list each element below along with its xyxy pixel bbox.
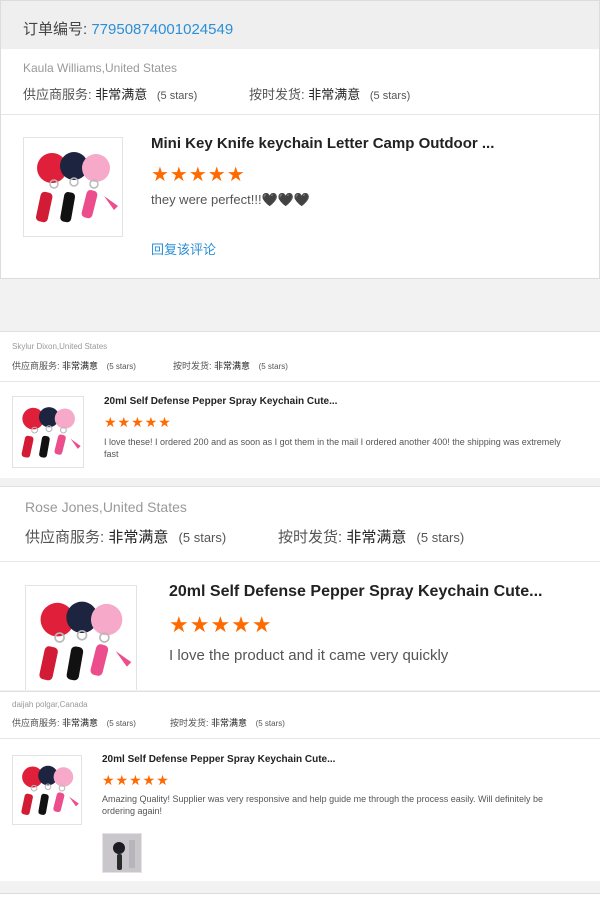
shipping-value: 非常满意	[211, 718, 248, 728]
product-title[interactable]: 20ml Self Defense Pepper Spray Keychain …	[169, 583, 542, 601]
shipping-label: 按时发货:	[170, 718, 209, 728]
shipping-row: 按时发货: 非常满意 (5 stars)	[170, 716, 285, 729]
reviewer-name: Rose Jones,United States	[25, 499, 187, 515]
supplier-label: 供应商服务:	[12, 361, 60, 371]
shipping-row: 按时发货: 非常满意 (5 stars)	[278, 526, 464, 547]
reviewer-name: Skylur Dixon,United States	[12, 342, 108, 351]
supplier-rating: (5 stars)	[106, 719, 136, 728]
supplier-rating: (5 stars)	[178, 530, 227, 545]
rating-row: 供应商服务: 非常满意 (5 stars)	[12, 716, 136, 729]
rating-row: 供应商服务: 非常满意 (5 stars)	[25, 526, 226, 547]
reply-link[interactable]: 回复该评论	[151, 239, 216, 258]
divider	[0, 561, 600, 562]
shipping-value: 非常满意	[346, 529, 407, 546]
order-label: 订单编号:	[23, 21, 88, 38]
product-title[interactable]: Mini Key Knife keychain Letter Camp Outd…	[151, 135, 494, 152]
product-title[interactable]: 20ml Self Defense Pepper Spray Keychain …	[102, 754, 335, 765]
product-thumbnail[interactable]	[25, 585, 137, 690]
supplier-label: 供应商服务:	[12, 718, 60, 728]
review-card-4: daijah polgar,Canada 供应商服务: 非常满意 (5 star…	[0, 691, 600, 881]
review-text: I love the product and it came very quic…	[169, 647, 449, 664]
divider	[1, 114, 599, 115]
shipping-label: 按时发货:	[173, 361, 212, 371]
reviewer-name: daijah polgar,Canada	[12, 700, 88, 709]
review-text: they were perfect!!!🖤🖤🖤	[151, 192, 311, 207]
supplier-value: 非常满意	[62, 361, 99, 371]
next-card-edge	[0, 893, 600, 897]
supplier-rating: (5 stars)	[156, 90, 198, 102]
shipping-rating: (5 stars)	[369, 90, 411, 102]
shipping-label: 按时发货:	[278, 529, 343, 546]
product-thumbnail[interactable]	[12, 396, 84, 468]
product-title[interactable]: 20ml Self Defense Pepper Spray Keychain …	[104, 396, 337, 407]
shipping-rating: (5 stars)	[258, 362, 288, 371]
review-card-2: Skylur Dixon,United States 供应商服务: 非常满意 (…	[0, 331, 600, 478]
star-rating-icon: ★★★★★	[102, 772, 170, 788]
star-rating-icon: ★★★★★	[151, 164, 246, 186]
rating-row: 供应商服务: 非常满意 (5 stars)	[23, 84, 197, 103]
supplier-label: 供应商服务:	[25, 529, 105, 546]
shipping-rating: (5 stars)	[255, 719, 285, 728]
review-text: I love these! I ordered 200 and as soon …	[104, 437, 561, 459]
shipping-row: 按时发货: 非常满意 (5 stars)	[173, 359, 288, 372]
product-thumbnail[interactable]	[12, 755, 82, 825]
review-text: Amazing Quality! Supplier was very respo…	[102, 794, 544, 816]
product-thumbnail[interactable]	[23, 137, 123, 237]
supplier-value: 非常满意	[95, 87, 148, 102]
divider	[0, 738, 600, 739]
shipping-rating: (5 stars)	[416, 530, 465, 545]
review-card-3: Rose Jones,United States 供应商服务: 非常满意 (5 …	[0, 486, 600, 690]
review-photo-thumbnail[interactable]	[102, 833, 142, 873]
star-rating-icon: ★★★★★	[169, 612, 273, 637]
order-number-link[interactable]: 77950874001024549	[91, 21, 233, 38]
shipping-value: 非常满意	[308, 87, 361, 102]
supplier-value: 非常满意	[62, 718, 99, 728]
star-rating-icon: ★★★★★	[104, 414, 172, 430]
rating-row: 供应商服务: 非常满意 (5 stars)	[12, 359, 136, 372]
review-card-1: 订单编号: 77950874001024549 Kaula Williams,U…	[0, 0, 600, 279]
supplier-rating: (5 stars)	[106, 362, 136, 371]
reviewer-name: Kaula Williams,United States	[23, 61, 178, 75]
shipping-label: 按时发货:	[249, 87, 305, 102]
supplier-value: 非常满意	[108, 529, 169, 546]
divider	[0, 381, 600, 382]
shipping-row: 按时发货: 非常满意 (5 stars)	[249, 84, 410, 103]
shipping-value: 非常满意	[214, 361, 251, 371]
order-header: 订单编号: 77950874001024549	[1, 1, 599, 49]
supplier-label: 供应商服务:	[23, 87, 92, 102]
